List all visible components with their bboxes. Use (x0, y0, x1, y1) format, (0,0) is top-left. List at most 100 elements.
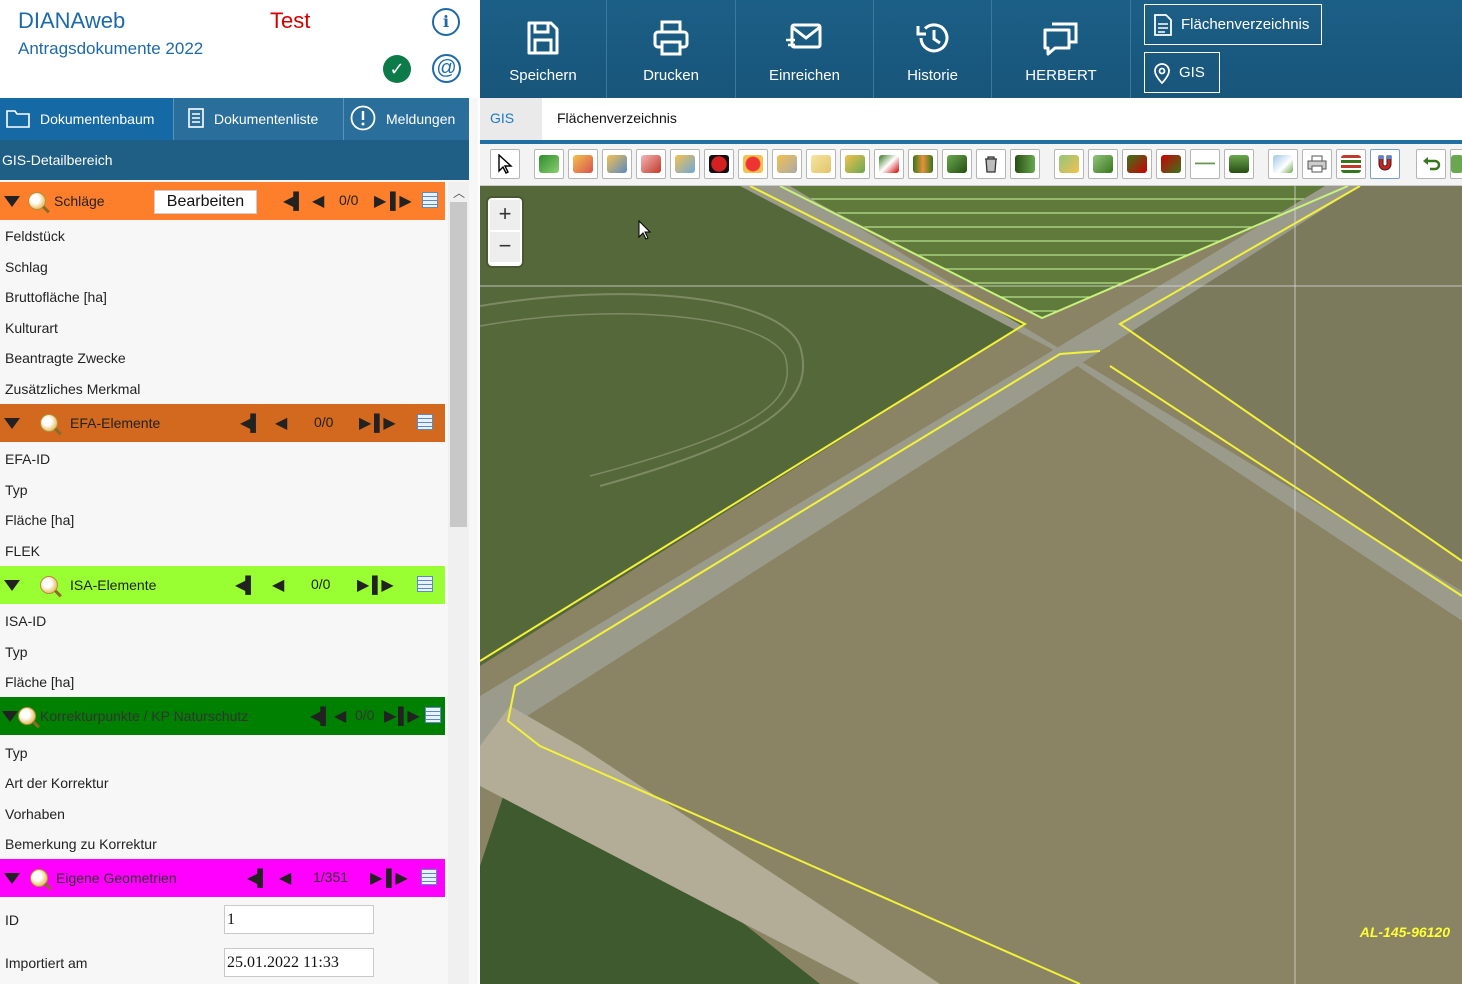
section-header-efa[interactable]: EFA-Elemente ◀▌ ◀ 0/0 ▶ ▌▶ (0, 404, 445, 442)
herbert-button[interactable]: HERBERT (992, 0, 1131, 98)
last-record-icon[interactable]: ▌▶ (390, 191, 412, 211)
collapse-triangle-icon[interactable] (4, 195, 20, 207)
button-label: Drucken (643, 67, 699, 84)
last-record-icon[interactable]: ▌▶ (374, 413, 396, 433)
submit-button[interactable]: Einreichen (736, 0, 874, 98)
prev-record-icon[interactable]: ◀ (334, 706, 346, 726)
gis-nav-button[interactable]: GIS (1144, 52, 1220, 93)
table-view-icon[interactable] (417, 414, 433, 430)
scroll-up-icon[interactable]: ︿ (453, 184, 465, 201)
id-field[interactable]: 1 (224, 905, 374, 934)
move-arrow-icon[interactable] (1010, 149, 1040, 179)
gis-map[interactable]: + − AL-145-96120 (480, 186, 1462, 984)
nav-label: GIS (1179, 64, 1205, 81)
print-map-icon[interactable] (1302, 149, 1332, 179)
zoom-out-button[interactable]: − (490, 232, 520, 262)
table-view-icon[interactable] (421, 869, 437, 885)
first-record-icon[interactable]: ◀▌ (235, 575, 257, 595)
collapse-triangle-icon[interactable] (2, 710, 18, 722)
tab-gis[interactable]: GIS (480, 98, 542, 140)
trash-icon[interactable] (976, 149, 1006, 179)
flaechenverzeichnis-nav-button[interactable]: Flächenverzeichnis (1144, 4, 1322, 45)
first-record-icon[interactable]: ◀▌ (240, 413, 262, 433)
magnifier-icon[interactable] (28, 192, 46, 210)
section-header-schlaege[interactable]: Schläge Bearbeiten ◀▌ ◀ 0/0 ▶ ▌▶ (0, 182, 445, 220)
next-record-icon[interactable]: ▶ (359, 413, 371, 433)
section-header-eigene[interactable]: Eigene Geometrien ◀▌ ◀ 1/351 ▶ ▌▶ (0, 859, 445, 897)
tab-meldungen[interactable]: Meldungen (344, 98, 469, 140)
last-record-icon[interactable]: ▌▶ (372, 575, 394, 595)
first-record-icon[interactable]: ◀▌ (247, 868, 269, 888)
first-record-icon[interactable]: ◀▌ (310, 706, 332, 726)
add-point-icon[interactable] (1268, 149, 1298, 179)
section-title: Korrekturpunkte / KP Naturschutz (40, 708, 249, 724)
print-button[interactable]: Drucken (607, 0, 736, 98)
checkmark-icon[interactable]: ✓ (383, 55, 411, 83)
next-record-icon[interactable]: ▶ (374, 191, 386, 211)
table-view-icon[interactable] (425, 707, 441, 723)
prev-record-icon[interactable]: ◀ (275, 413, 287, 433)
pencil-line-icon[interactable] (772, 149, 802, 179)
save-icon (527, 21, 559, 55)
section-header-korrektur[interactable]: Korrekturpunkte / KP Naturschutz ◀▌ ◀ 0/… (0, 697, 445, 735)
layer-select-icon[interactable] (1054, 149, 1084, 179)
pencil-green-icon[interactable] (840, 149, 870, 179)
prev-record-icon[interactable]: ◀ (312, 191, 324, 211)
next-record-icon[interactable]: ▶ (370, 868, 382, 888)
edit-pencil-icon[interactable] (568, 149, 598, 179)
magnifier-icon[interactable] (30, 869, 48, 887)
line-curve-icon[interactable] (1190, 149, 1220, 179)
line-arrow-icon[interactable] (1224, 149, 1254, 179)
aerial-map-canvas[interactable] (480, 186, 1462, 984)
collapse-triangle-icon[interactable] (4, 872, 20, 884)
bug-check-icon[interactable] (704, 149, 734, 179)
legend-icon[interactable] (1336, 149, 1366, 179)
scrollbar-thumb[interactable] (450, 202, 467, 527)
table-view-icon[interactable] (422, 192, 438, 208)
draw-shape-icon[interactable] (636, 149, 666, 179)
cut-icon[interactable] (942, 149, 972, 179)
new-polygon-icon[interactable] (534, 149, 564, 179)
layer-stack-icon[interactable] (1156, 149, 1186, 179)
at-sign-icon[interactable]: @ (432, 54, 461, 83)
magnifier-icon[interactable] (40, 414, 58, 432)
prev-record-icon[interactable]: ◀ (272, 575, 284, 595)
save-button[interactable]: Speichern (480, 0, 607, 98)
collapse-triangle-icon[interactable] (4, 417, 20, 429)
redo-icon[interactable] (1450, 149, 1462, 179)
tab-flaechenverzeichnis[interactable]: Flächenverzeichnis (557, 110, 677, 126)
merge-icon[interactable] (908, 149, 938, 179)
layer-swap-icon[interactable] (1088, 149, 1118, 179)
measure-pencil-icon[interactable] (670, 149, 700, 179)
select-pointer-icon[interactable] (490, 149, 520, 179)
tab-dokumentenbaum[interactable]: Dokumentenbaum (0, 98, 174, 140)
first-record-icon[interactable]: ◀▌ (283, 191, 305, 211)
section-header-isa[interactable]: ISA-Elemente ◀▌ ◀ 0/0 ▶ ▌▶ (0, 566, 445, 604)
info-icon[interactable]: i (432, 8, 460, 36)
magnet-snap-icon[interactable] (1370, 149, 1400, 179)
field-label: Vorhaben (5, 806, 65, 822)
last-record-icon[interactable]: ▌▶ (386, 868, 408, 888)
undo-icon[interactable] (1416, 149, 1446, 179)
next-record-icon[interactable]: ▶ (384, 706, 396, 726)
history-button[interactable]: Historie (874, 0, 992, 98)
magnifier-icon[interactable] (40, 576, 58, 594)
last-record-icon[interactable]: ▌▶ (398, 706, 420, 726)
eraser-icon[interactable] (806, 149, 836, 179)
vertical-scrollbar[interactable]: ︿ (448, 182, 469, 984)
environment-label: Test (270, 8, 311, 33)
import-date-field[interactable]: 25.01.2022 11:33 (224, 948, 374, 977)
zoom-in-button[interactable]: + (490, 200, 520, 230)
bug-check-alt-icon[interactable] (738, 149, 768, 179)
field-label: ISA-ID (5, 613, 47, 629)
collapse-triangle-icon[interactable] (4, 579, 20, 591)
layer-split-icon[interactable] (1122, 149, 1152, 179)
table-view-icon[interactable] (417, 576, 433, 592)
split-icon[interactable] (874, 149, 904, 179)
tab-dokumentenliste[interactable]: Dokumentenliste (174, 98, 344, 140)
magnifier-icon[interactable] (18, 707, 36, 725)
edit-vertex-icon[interactable] (602, 149, 632, 179)
prev-record-icon[interactable]: ◀ (279, 868, 291, 888)
next-record-icon[interactable]: ▶ (357, 575, 369, 595)
edit-button[interactable]: Bearbeiten (154, 190, 257, 214)
